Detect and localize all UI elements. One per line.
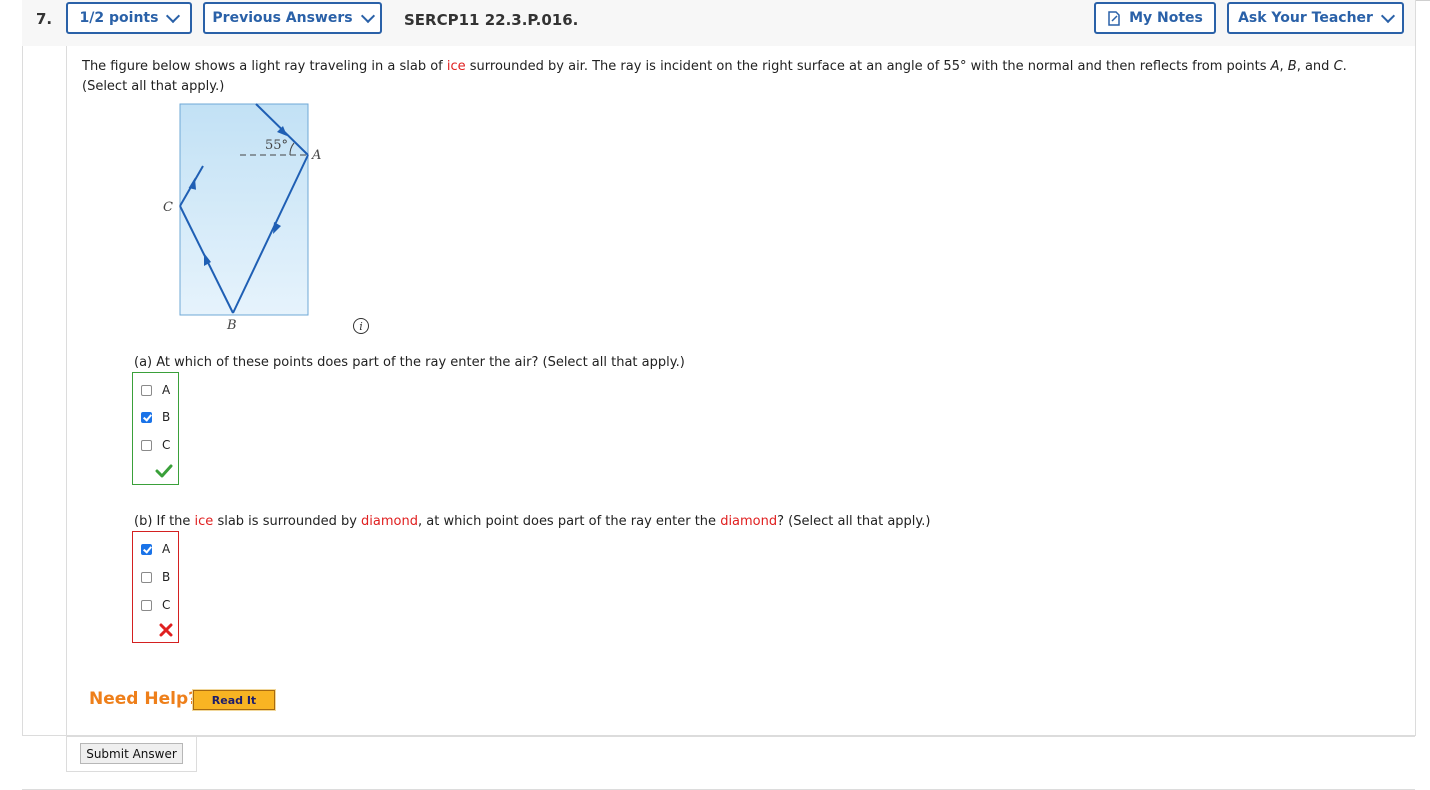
submit-answer-button[interactable]: Submit Answer [80,743,183,764]
label-a: A [311,148,321,163]
angle-label: 55° [265,138,288,153]
read-it-button[interactable]: Read It [192,689,276,711]
part-b-option-b[interactable]: B [141,570,170,584]
correct-check-icon [155,464,173,478]
part-b-ice: ice [194,514,214,529]
ray-diagram: 55° A C B [163,103,321,333]
part-b-text: slab is surrounded by [213,514,362,529]
chevron-down-icon [1380,8,1396,23]
option-label: A [162,542,171,556]
option-label: A [162,383,171,397]
question-number: 7. [36,10,53,28]
checkbox[interactable] [141,384,152,396]
prompt-point-c: C [1333,59,1343,74]
points-dropdown-button[interactable]: 1/2 points [66,2,192,34]
part-b-answer-box: A B C [132,531,179,643]
notes-icon [1108,10,1120,26]
part-b-option-a[interactable]: A [141,542,170,556]
label-c: C [163,200,173,215]
chevron-down-icon [360,8,375,23]
previous-answers-button[interactable]: Previous Answers [203,2,382,34]
prompt-ice: ice [446,59,466,74]
chevron-down-icon [166,8,181,23]
prompt-instruction: (Select all that apply.) [82,79,225,94]
option-label: C [162,438,171,452]
checkbox[interactable] [141,599,152,611]
checkbox[interactable] [141,411,152,423]
prompt-point-a: A [1270,59,1280,74]
my-notes-label: My Notes [1129,10,1203,26]
part-b-option-c[interactable]: C [141,598,170,612]
option-label: B [162,410,171,424]
prompt-text: surrounded by air. The ray is incident o… [465,59,1271,74]
question-code: SERCP11 22.3.P.016. [404,11,579,29]
part-b-diamond: diamond [361,514,418,529]
info-icon[interactable]: i [353,318,369,334]
part-a-option-b[interactable]: B [141,410,170,424]
points-label: 1/2 points [79,10,159,26]
part-b-text: , at which point does part of the ray en… [417,514,721,529]
question-prompt: The figure below shows a light ray trave… [82,57,1382,97]
part-b-text: (b) If the [134,514,195,529]
checkbox[interactable] [141,439,152,451]
prompt-point-b: B [1287,59,1297,74]
checkbox[interactable] [141,543,152,555]
part-b-question: (b) If the ice slab is surrounded by dia… [134,514,930,529]
ask-teacher-label: Ask Your Teacher [1238,10,1373,26]
part-a-question: (a) At which of these points does part o… [134,355,685,370]
part-a-option-c[interactable]: C [141,438,170,452]
part-b-diamond: diamond [720,514,778,529]
my-notes-button[interactable]: My Notes [1094,2,1216,34]
previous-answers-label: Previous Answers [212,10,353,26]
part-a-answer-box: A B C [132,372,179,485]
ask-teacher-button[interactable]: Ask Your Teacher [1227,2,1404,34]
part-a-option-a[interactable]: A [141,383,170,397]
incorrect-x-icon [159,623,173,637]
checkbox[interactable] [141,571,152,583]
prompt-end: . [1342,59,1347,74]
option-label: C [162,598,171,612]
label-b: B [226,318,237,333]
need-help-label: Need Help? [89,689,198,709]
prompt-text: The figure below shows a light ray trave… [82,59,447,74]
prompt-sep: , [1279,59,1288,74]
part-b-text: ? (Select all that apply.) [777,514,931,529]
prompt-sep: , and [1296,59,1334,74]
option-label: B [162,570,171,584]
